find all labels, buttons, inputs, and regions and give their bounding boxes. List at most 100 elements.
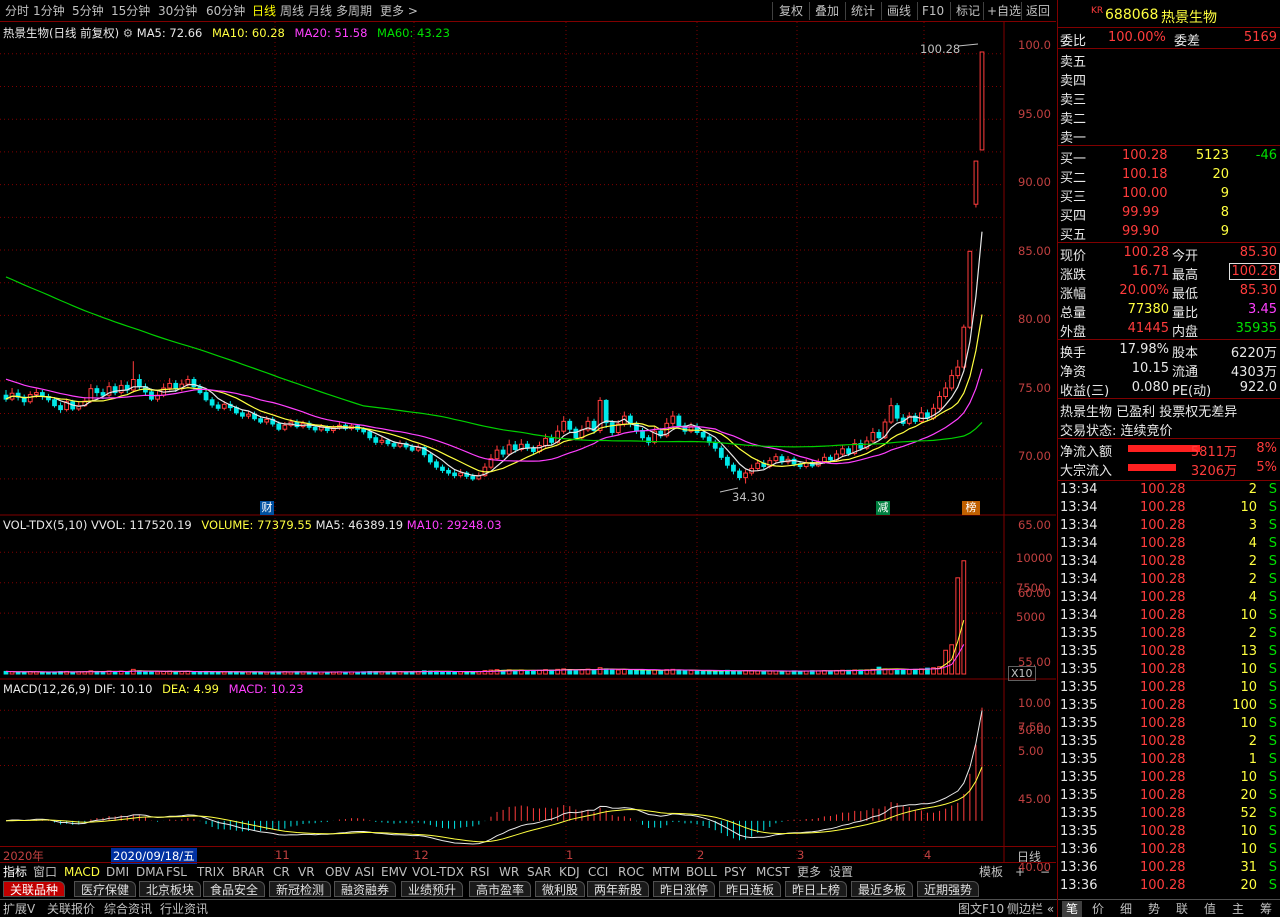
indicator-tab[interactable]: ROC: [618, 864, 644, 880]
period-tab-weekly[interactable]: 周线: [280, 3, 304, 19]
ranking-marker[interactable]: 榜: [962, 501, 980, 515]
fuquan-button[interactable]: 复权: [779, 3, 803, 19]
macd-axis-label: 5.00: [1018, 744, 1044, 758]
indicator-tab[interactable]: MTM: [652, 864, 680, 880]
indicator-tab[interactable]: PSY: [724, 864, 746, 880]
period-tab-fenshi[interactable]: 分时: [5, 3, 29, 19]
volume-bar: [737, 670, 742, 675]
candle-body: [937, 396, 942, 409]
bid-row[interactable]: 买五 99.90 9: [1058, 223, 1280, 243]
sidebar-toggle[interactable]: 侧边栏 «: [1007, 901, 1054, 917]
indicator-tab[interactable]: CR: [273, 864, 290, 880]
volume-axis-label: 7500: [1016, 580, 1046, 595]
zoom-out-button[interactable]: −: [1040, 864, 1050, 880]
ask-row[interactable]: 卖一: [1058, 126, 1280, 146]
ask-row[interactable]: 卖二: [1058, 107, 1280, 127]
volume-bar: [634, 669, 639, 675]
block-tab[interactable]: 关联品种: [3, 881, 66, 897]
indicator-tab[interactable]: 设置: [829, 864, 853, 880]
settings-icon[interactable]: ⚙: [123, 26, 133, 40]
template-button[interactable]: 模板: [979, 864, 1003, 880]
period-tab-60min[interactable]: 60分钟: [206, 3, 245, 19]
volume-bar: [640, 669, 645, 675]
indicator-tab[interactable]: DMA: [136, 864, 164, 880]
block-tab[interactable]: 高市盈率: [469, 881, 532, 897]
indicator-tab[interactable]: OBV: [325, 864, 351, 880]
period-tab-daily[interactable]: 日线: [252, 3, 276, 19]
indicator-tab[interactable]: 更多: [797, 864, 821, 880]
indicator-tab[interactable]: DMI: [106, 864, 129, 880]
stats-button[interactable]: 统计: [851, 3, 875, 19]
period-tab-monthly[interactable]: 月线: [308, 3, 332, 19]
f10-button[interactable]: F10: [922, 3, 944, 19]
tick-row: 13:36 100.28 10 S: [1060, 842, 1277, 857]
indicator-tab[interactable]: VR: [298, 864, 315, 880]
news-tab[interactable]: 综合资讯: [104, 901, 152, 917]
indicator-tab[interactable]: BRAR: [232, 864, 265, 880]
block-tab[interactable]: 食品安全: [203, 881, 266, 897]
block-tab[interactable]: 业绩预升: [401, 881, 464, 897]
block-tab[interactable]: 两年新股: [587, 881, 650, 897]
block-tab[interactable]: 微利股: [535, 881, 586, 897]
volume-bar: [46, 671, 51, 675]
period-tab-15min[interactable]: 15分钟: [111, 3, 150, 19]
indicator-tab[interactable]: VOL-TDX: [412, 864, 464, 880]
finance-marker[interactable]: 财: [260, 501, 274, 515]
candle-body: [312, 426, 318, 431]
related-quote-tab[interactable]: 关联报价: [47, 901, 95, 917]
mark-button[interactable]: 标记: [956, 3, 980, 19]
industry-news-tab[interactable]: 行业资讯: [160, 901, 208, 917]
block-tab[interactable]: 昨日涨停: [653, 881, 716, 897]
bid-row[interactable]: 买三 100.00 9: [1058, 185, 1280, 205]
block-tab[interactable]: 昨日连板: [719, 881, 782, 897]
indicator-tab[interactable]: TRIX: [197, 864, 224, 880]
ask-row[interactable]: 卖五: [1058, 50, 1280, 70]
candle-body: [440, 466, 445, 471]
indicator-tab[interactable]: BOLL: [686, 864, 717, 880]
macd-readout: MACD: 10.23: [228, 682, 304, 696]
block-tab[interactable]: 北京板块: [139, 881, 202, 897]
indicator-tab[interactable]: WR: [499, 864, 519, 880]
indicator-tab[interactable]: 指标: [3, 864, 27, 880]
indicator-tab[interactable]: SAR: [527, 864, 551, 880]
block-tab[interactable]: 医疗保健: [74, 881, 137, 897]
ask-row[interactable]: 卖三: [1058, 88, 1280, 108]
ma60-readout: MA60: 43.23: [377, 26, 450, 40]
block-tab[interactable]: 昨日上榜: [785, 881, 848, 897]
add-favorite-button[interactable]: +自选: [987, 3, 1021, 19]
ask-row[interactable]: 卖四: [1058, 69, 1280, 89]
bid-row[interactable]: 买四 99.99 8: [1058, 204, 1280, 224]
indicator-tab[interactable]: MCST: [756, 864, 790, 880]
indicator-tab[interactable]: EMV: [381, 864, 407, 880]
period-more-button[interactable]: 更多 >: [380, 3, 418, 19]
block-tab[interactable]: 最近多板: [851, 881, 914, 897]
reduce-marker[interactable]: 减: [876, 501, 890, 515]
period-tab-1min[interactable]: 1分钟: [33, 3, 65, 19]
block-tab[interactable]: 融资融券: [334, 881, 397, 897]
bid-row[interactable]: 买一 100.28 5123 -46: [1058, 147, 1280, 167]
block-tab[interactable]: 近期强势: [917, 881, 980, 897]
expand-button[interactable]: 扩展V: [3, 901, 35, 917]
indicator-tab[interactable]: ASI: [355, 864, 374, 880]
macd-indicator-name: MACD(12,26,9): [3, 682, 91, 696]
period-tab-30min[interactable]: 30分钟: [158, 3, 197, 19]
indicator-tab[interactable]: RSI: [470, 864, 490, 880]
overlay-button[interactable]: 叠加: [815, 3, 839, 19]
block-tab[interactable]: 新冠检测: [269, 881, 332, 897]
indicator-tab[interactable]: CCI: [588, 864, 608, 880]
kline-chart[interactable]: [0, 22, 1056, 862]
draw-button[interactable]: 画线: [887, 3, 911, 19]
back-button[interactable]: 返回: [1026, 3, 1050, 19]
f10-graphic-button[interactable]: 图文F10: [958, 901, 1004, 917]
indicator-tab[interactable]: 窗口: [33, 864, 57, 880]
price-axis-label: 100.0: [1018, 38, 1051, 52]
period-tab-multi[interactable]: 多周期: [336, 3, 372, 19]
indicator-tab[interactable]: KDJ: [559, 864, 580, 880]
zoom-in-button[interactable]: +: [1015, 864, 1025, 880]
bid-row[interactable]: 买二 100.18 20: [1058, 166, 1280, 186]
macd-axis-label: 10.00: [1018, 696, 1051, 710]
indicator-tab[interactable]: MACD: [64, 864, 100, 880]
tick-row: 13:36 100.28 31 S: [1060, 860, 1277, 875]
period-tab-5min[interactable]: 5分钟: [72, 3, 104, 19]
indicator-tab[interactable]: FSL: [166, 864, 187, 880]
